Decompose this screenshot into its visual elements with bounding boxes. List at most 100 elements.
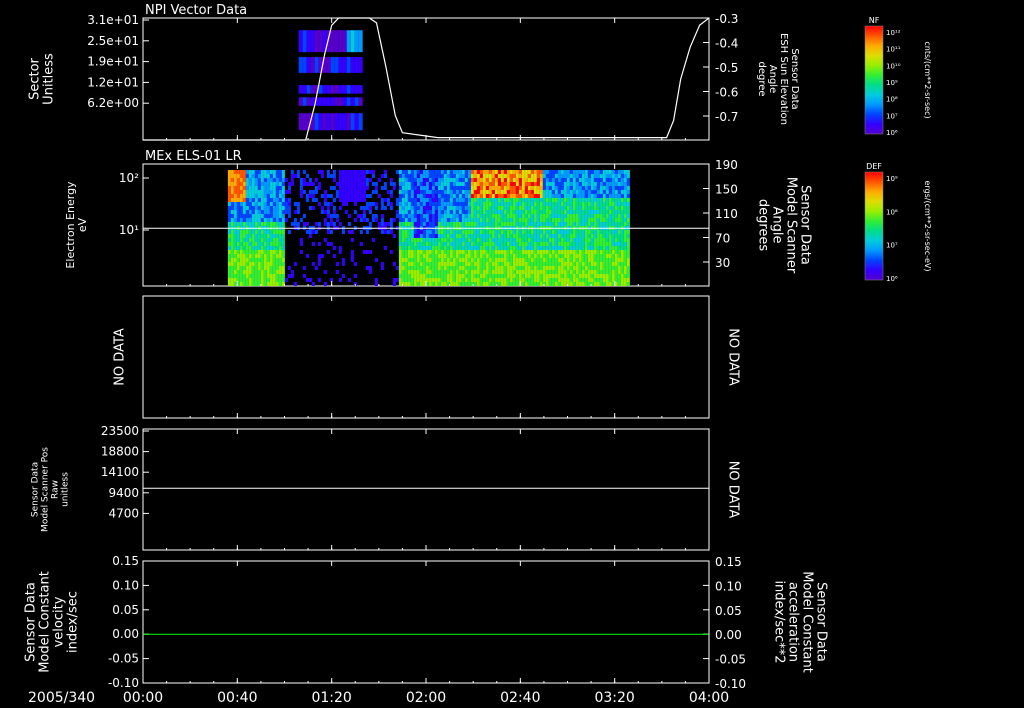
spectrogram-cell bbox=[263, 266, 267, 270]
spectrogram-cell bbox=[527, 214, 531, 218]
spectrogram-cell bbox=[263, 250, 267, 254]
spectrogram-cell bbox=[362, 170, 366, 174]
spectrogram-cell bbox=[536, 206, 540, 210]
spectrogram-cell bbox=[506, 266, 510, 270]
spectrogram-cell bbox=[572, 262, 576, 266]
spectrogram-cell bbox=[257, 238, 261, 242]
spectrogram-cell bbox=[482, 250, 486, 254]
spectrogram-cell bbox=[536, 170, 540, 174]
spectrogram-cell bbox=[482, 278, 486, 282]
spectrogram-cell bbox=[272, 270, 276, 274]
spectrogram-cell bbox=[356, 198, 360, 202]
spectrogram-cell bbox=[310, 57, 315, 73]
spectrogram-cell bbox=[398, 258, 402, 262]
spectrogram-cell bbox=[500, 174, 504, 178]
spectrogram-cell bbox=[398, 198, 402, 202]
spectrogram-cell bbox=[275, 182, 279, 186]
spectrogram-cell bbox=[608, 218, 612, 222]
spectrogram-cell bbox=[593, 174, 597, 178]
spectrogram-cell bbox=[605, 238, 609, 242]
spectrogram-cell bbox=[233, 182, 237, 186]
spectrogram-cell bbox=[479, 254, 483, 258]
spectrogram-cell bbox=[620, 270, 624, 274]
spectrogram-cell bbox=[542, 266, 546, 270]
spectrogram-cell bbox=[278, 206, 282, 210]
spectrogram-cell bbox=[548, 170, 552, 174]
spectrogram-cell bbox=[239, 230, 243, 234]
spectrogram-cell bbox=[446, 170, 450, 174]
spectrogram-cell bbox=[485, 262, 489, 266]
spectrogram-cell bbox=[542, 186, 546, 190]
spectrogram-cell bbox=[524, 178, 528, 182]
spectrogram-cell bbox=[368, 270, 372, 274]
spectrogram-cell bbox=[467, 178, 471, 182]
x-tick-label: 04:00 bbox=[689, 690, 729, 706]
spectrogram-cell bbox=[356, 186, 360, 190]
spectrogram-cell bbox=[281, 214, 285, 218]
spectrogram-cell bbox=[260, 234, 264, 238]
spectrogram-cell bbox=[557, 174, 561, 178]
spectrogram-cell bbox=[614, 266, 618, 270]
sun-elevation-line bbox=[143, 17, 710, 141]
spectrogram-cell bbox=[434, 194, 438, 198]
spectrogram-cell bbox=[491, 270, 495, 274]
spectrogram-cell bbox=[260, 206, 264, 210]
spectrogram-cell bbox=[563, 186, 567, 190]
spectrogram-cell bbox=[479, 170, 483, 174]
right-y-tick-label: -0.7 bbox=[715, 110, 738, 124]
y-axis-label: Sector Unitless bbox=[28, 53, 57, 105]
spectrogram-cell bbox=[569, 222, 573, 226]
spectrogram-cell bbox=[257, 214, 261, 218]
spectrogram-cell bbox=[452, 266, 456, 270]
spectrogram-cell bbox=[284, 206, 288, 210]
spectrogram-cell bbox=[545, 270, 549, 274]
spectrogram-cell bbox=[431, 230, 435, 234]
spectrogram-cell bbox=[515, 278, 519, 282]
spectrogram-cell bbox=[614, 274, 618, 278]
spectrogram-cell bbox=[569, 262, 573, 266]
spectrogram-cell bbox=[413, 262, 417, 266]
spectrogram-cell bbox=[428, 254, 432, 258]
spectrogram-cell bbox=[479, 270, 483, 274]
spectrogram-cell bbox=[455, 230, 459, 234]
spectrogram-cell bbox=[326, 222, 330, 226]
colorbar-units: ergs/(cm**2-sr-sec-eV) bbox=[923, 180, 932, 271]
spectrogram-cell bbox=[239, 202, 243, 206]
spectrogram-cell bbox=[236, 206, 240, 210]
spectrogram-cell bbox=[467, 218, 471, 222]
spectrogram-cell bbox=[359, 182, 363, 186]
spectrogram-cell bbox=[611, 206, 615, 210]
spectrogram-cell bbox=[572, 214, 576, 218]
spectrogram-cell bbox=[353, 274, 357, 278]
spectrogram-cell bbox=[380, 202, 384, 206]
spectrogram-cell bbox=[458, 198, 462, 202]
spectrogram-cell bbox=[488, 242, 492, 246]
spectrogram-cell bbox=[284, 190, 288, 194]
spectrogram-cell bbox=[578, 222, 582, 226]
spectrogram-cell bbox=[266, 214, 270, 218]
spectrogram-cell bbox=[521, 206, 525, 210]
y-axis-label: Electron Energy eV bbox=[64, 181, 89, 269]
spectrogram-cell bbox=[584, 250, 588, 254]
spectrogram-cell bbox=[530, 242, 534, 246]
spectrogram-cell bbox=[410, 274, 414, 278]
spectrogram-cell bbox=[527, 222, 531, 226]
spectrogram-cell bbox=[236, 230, 240, 234]
spectrogram-cell bbox=[587, 282, 591, 286]
spectrogram-cell bbox=[335, 194, 339, 198]
panel-title: NPI Vector Data bbox=[145, 3, 247, 18]
spectrogram-cell bbox=[248, 194, 252, 198]
spectrogram-cell bbox=[557, 218, 561, 222]
spectrogram-cell bbox=[239, 182, 243, 186]
spectrogram-cell bbox=[614, 186, 618, 190]
spectrogram-cell bbox=[518, 242, 522, 246]
spectrogram-cell bbox=[554, 218, 558, 222]
spectrogram-cell bbox=[503, 202, 507, 206]
spectrogram-cell bbox=[401, 242, 405, 246]
spectrogram-cell bbox=[227, 262, 231, 266]
spectrogram-cell bbox=[452, 218, 456, 222]
spectrogram-cell bbox=[626, 278, 630, 282]
spectrogram-cell bbox=[275, 238, 279, 242]
spectrogram-cell bbox=[518, 238, 522, 242]
spectrogram-cell bbox=[233, 278, 237, 282]
